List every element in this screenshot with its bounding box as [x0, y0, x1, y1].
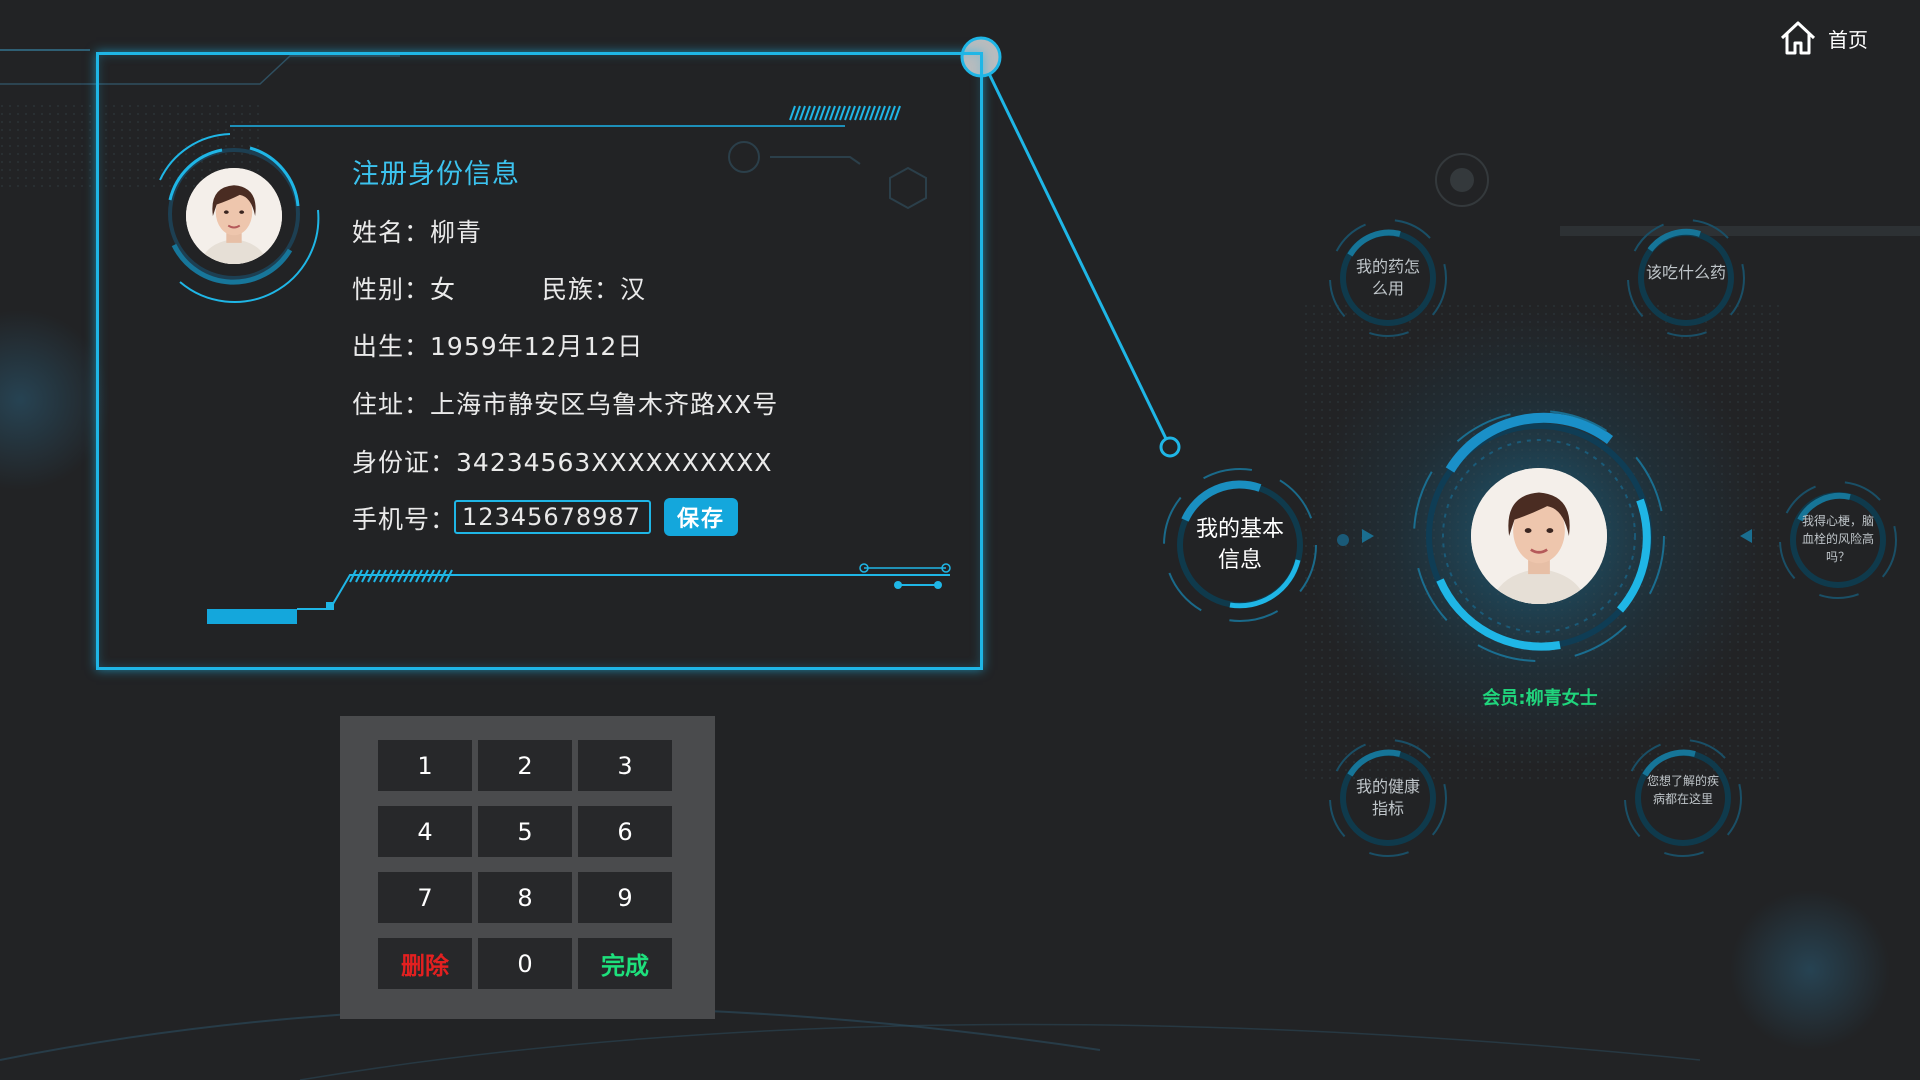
name-value: 柳青: [430, 218, 483, 247]
key-7[interactable]: 7: [378, 872, 472, 923]
key-done[interactable]: 完成: [578, 938, 672, 989]
key-1[interactable]: 1: [378, 740, 472, 791]
profile-title: 注册身份信息: [352, 159, 520, 190]
thrombosis-risk-node[interactable]: 我得心梗，脑血栓的风险高吗？: [1802, 512, 1874, 566]
numeric-keypad: 1 2 3 4 5 6 7 8 9 删除 0 完成: [340, 716, 715, 1019]
house-icon: [1780, 21, 1816, 55]
save-button[interactable]: 保存: [664, 498, 738, 536]
gender-label: 性别: [352, 275, 405, 304]
key-4[interactable]: 4: [378, 806, 472, 857]
id-value: 34234563XXXXXXXXXX: [456, 448, 773, 477]
what-medicine-node[interactable]: 该吃什么药: [1646, 262, 1726, 284]
birth-value: 1959年12月12日: [430, 332, 644, 361]
gender-row: 性别：女: [352, 275, 457, 304]
basic-info-node[interactable]: 我的基本信息: [1186, 514, 1294, 576]
disease-info-node[interactable]: 您想了解的疾病都在这里: [1646, 772, 1720, 808]
phone-row: 手机号：: [352, 505, 457, 534]
phone-label: 手机号: [352, 505, 431, 534]
ethnicity-label: 民族: [542, 275, 595, 304]
id-row: 身份证：34234563XXXXXXXXXX: [352, 448, 773, 477]
ethnicity-value: 汉: [620, 275, 647, 304]
address-value: 上海市静安区乌鲁木齐路XX号: [430, 390, 779, 419]
address-label: 住址: [352, 390, 405, 419]
ethnicity-row: 民族：汉: [542, 275, 647, 304]
key-delete[interactable]: 删除: [378, 938, 472, 989]
birth-row: 出生：1959年12月12日: [352, 332, 644, 361]
member-avatar: [1471, 468, 1607, 604]
key-2[interactable]: 2: [478, 740, 572, 791]
key-9[interactable]: 9: [578, 872, 672, 923]
address-row: 住址：上海市静安区乌鲁木齐路XX号: [352, 390, 779, 419]
medicine-usage-node[interactable]: 我的药怎么用: [1352, 256, 1424, 300]
home-label: 首页: [1828, 27, 1868, 52]
key-3[interactable]: 3: [578, 740, 672, 791]
key-6[interactable]: 6: [578, 806, 672, 857]
health-index-node[interactable]: 我的健康指标: [1350, 776, 1426, 820]
member-name: 会员:柳青女士: [1482, 688, 1598, 709]
id-label: 身份证: [352, 448, 431, 477]
name-label: 姓名: [352, 218, 405, 247]
birth-label: 出生: [352, 332, 405, 361]
name-row: 姓名：柳青: [352, 218, 483, 247]
key-8[interactable]: 8: [478, 872, 572, 923]
phone-input[interactable]: [454, 500, 651, 534]
profile-avatar: [186, 168, 282, 264]
key-5[interactable]: 5: [478, 806, 572, 857]
key-0[interactable]: 0: [478, 938, 572, 989]
gender-value: 女: [430, 275, 457, 304]
home-button[interactable]: 首页: [1778, 16, 1898, 60]
